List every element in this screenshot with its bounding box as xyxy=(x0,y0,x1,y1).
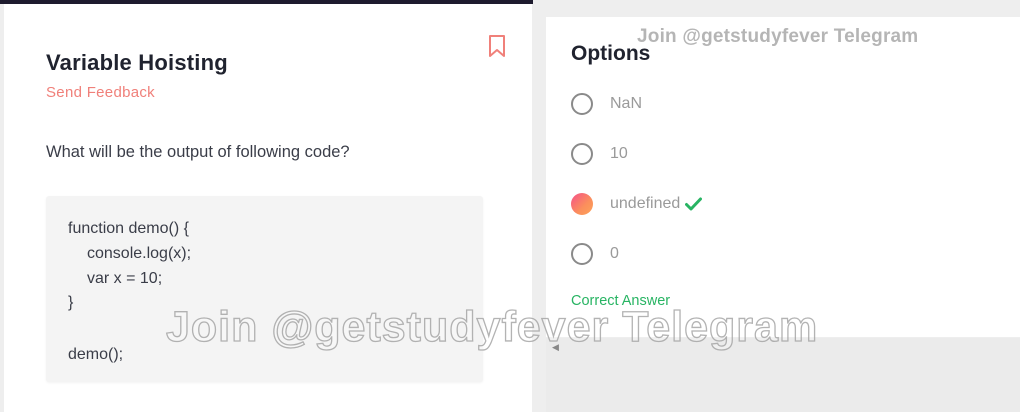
watermark-center: Join @getstudyfever Telegram xyxy=(165,302,819,351)
code-line: console.log(x); xyxy=(87,245,192,262)
radio-button-selected[interactable] xyxy=(571,193,593,215)
code-line: } xyxy=(68,294,74,311)
question-text: What will be the output of following cod… xyxy=(46,143,350,161)
option-nan[interactable]: NaN xyxy=(571,91,642,117)
code-line: var x = 10; xyxy=(87,270,163,287)
option-undefined[interactable]: undefined xyxy=(571,191,703,217)
code-line: demo(); xyxy=(68,346,124,363)
option-label: 0 xyxy=(610,245,619,262)
option-0[interactable]: 0 xyxy=(571,241,619,267)
radio-button[interactable] xyxy=(571,243,593,265)
checkmark-icon xyxy=(685,197,703,211)
option-label: undefined xyxy=(610,195,681,212)
options-card: Options NaN 10 undefined 0 Correct Answe… xyxy=(546,17,1020,337)
bookmark-icon[interactable] xyxy=(488,34,506,58)
watermark-top: Join @getstudyfever Telegram xyxy=(637,26,919,47)
radio-button[interactable] xyxy=(571,143,593,165)
code-block: function demo() { console.log(x); var x … xyxy=(46,196,483,382)
radio-button[interactable] xyxy=(571,93,593,115)
option-label: NaN xyxy=(610,95,643,112)
option-10[interactable]: 10 xyxy=(571,141,628,167)
option-label: 10 xyxy=(610,145,628,162)
send-feedback-link[interactable]: Send Feedback xyxy=(46,84,155,101)
code-line: function demo() { xyxy=(68,220,189,237)
question-title: Variable Hoisting xyxy=(46,50,228,75)
